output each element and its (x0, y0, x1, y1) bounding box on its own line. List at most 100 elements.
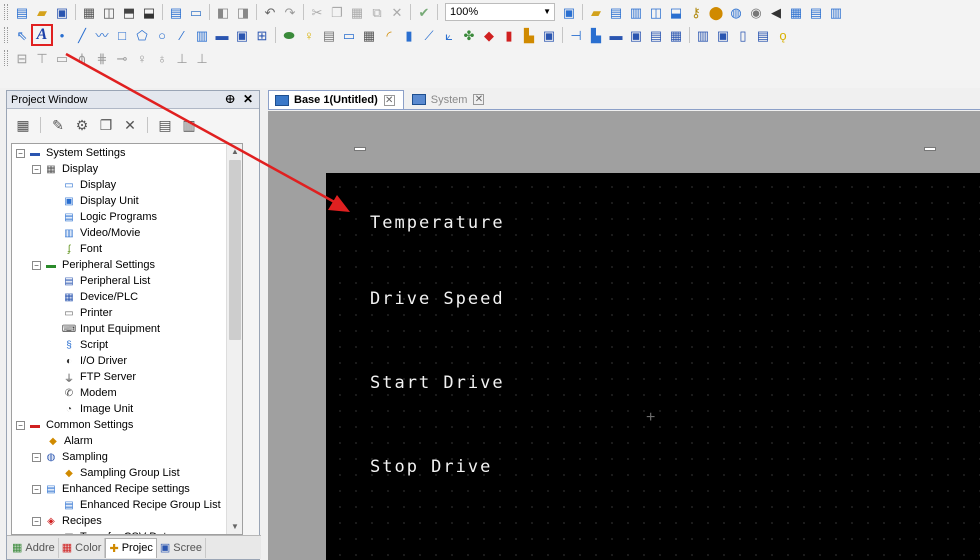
scrollbar-thumb[interactable] (229, 160, 241, 340)
tree-item[interactable]: − ◈ Recipes (32, 513, 102, 529)
address-list-icon[interactable]: ▤ (607, 3, 625, 21)
ladder-instruction-icon[interactable]: ▭ (53, 49, 71, 67)
open-screen-icon[interactable]: ▭ (187, 3, 205, 21)
screen-back-icon[interactable]: ◧ (214, 3, 232, 21)
line-tool-icon[interactable]: ╱ (73, 26, 91, 44)
grid-part-icon[interactable]: ▦ (360, 26, 378, 44)
ladder-contact-icon[interactable]: ⊟ (13, 49, 31, 67)
print-icon[interactable]: ▦ (80, 3, 98, 21)
alarm-toolbar-icon[interactable]: ⬤ (707, 3, 725, 21)
toolbar-grip[interactable] (4, 50, 8, 66)
select-pointer-icon[interactable]: ⇖ (13, 26, 31, 44)
tree-item[interactable]: ◔ Image Unit (61, 401, 133, 417)
ladder-jump-icon[interactable]: ⊥ (173, 49, 191, 67)
line-graph-icon[interactable]: ⟀ (440, 26, 458, 44)
project-copy-icon[interactable]: ❐ (97, 116, 115, 134)
switch-part-icon[interactable]: ⬬ (280, 26, 298, 44)
new-screen-icon[interactable]: ▤ (167, 3, 185, 21)
close-tab-icon[interactable]: ✕ (473, 94, 485, 105)
window-display-icon[interactable]: ▥ (694, 26, 712, 44)
trend-graph-icon[interactable]: ⟋ (420, 26, 438, 44)
project-settings-icon[interactable]: ⚙ (73, 116, 91, 134)
project-new-icon[interactable]: ▦ (14, 116, 32, 134)
tree-item[interactable]: ◆ Alarm (45, 433, 93, 449)
transfer-icon[interactable]: ⬓ (140, 3, 158, 21)
tree-item[interactable]: § Script (61, 337, 108, 353)
scroll-down-icon[interactable]: ▼ (231, 522, 239, 531)
scale-tool-icon[interactable]: ▥ (193, 26, 211, 44)
tree-item[interactable]: ▥ Video/Movie (61, 225, 140, 241)
toolbar-grip[interactable] (4, 4, 8, 20)
cut-icon[interactable]: ✂ (308, 3, 326, 21)
zoom-select[interactable]: 100% ▼ (445, 3, 555, 21)
project-info-icon[interactable]: ⬓ (667, 3, 685, 21)
tag-icon[interactable]: ▥ (627, 3, 645, 21)
key-icon[interactable]: ⚷ (687, 3, 705, 21)
text-temperature[interactable]: Temperature (370, 213, 505, 233)
frame-part-icon[interactable]: ▣ (714, 26, 732, 44)
collapse-icon[interactable]: − (32, 516, 41, 526)
data-display-icon[interactable]: ▤ (320, 26, 338, 44)
tab-project[interactable]: ✚ Projec (105, 537, 157, 558)
tree-item[interactable]: ▤ Enhanced Recipe Group List (61, 497, 220, 513)
picture-part-icon[interactable]: ▦ (667, 26, 685, 44)
arc-tool-icon[interactable]: ⁄ (173, 26, 191, 44)
copy-icon[interactable]: ❐ (328, 3, 346, 21)
slider-part-icon[interactable]: ▬ (607, 26, 625, 44)
ladder-function-icon[interactable]: ♀ (133, 49, 151, 67)
ladder-coil-icon[interactable]: ⊤ (33, 49, 51, 67)
tree-item[interactable]: − ◍ Sampling (32, 449, 108, 465)
redo-icon[interactable]: ↷ (281, 3, 299, 21)
tree-item[interactable]: − ▬ Peripheral Settings (32, 257, 155, 273)
tree-scrollbar[interactable]: ▲ ▼ (226, 144, 242, 534)
tree-item[interactable]: ▤ Peripheral List (61, 273, 150, 289)
screen-list-icon[interactable]: ▣ (560, 3, 578, 21)
sound-icon[interactable]: ◀ (767, 3, 785, 21)
delete-icon[interactable]: ✕ (388, 3, 406, 21)
tree-item[interactable]: ▭ Display (61, 177, 116, 193)
tab-screen[interactable]: ▣ Scree (157, 537, 207, 558)
tree-item[interactable]: ▤ Logic Programs (61, 209, 157, 225)
project-delete-icon[interactable]: ✕ (121, 116, 139, 134)
project-properties-icon[interactable]: ▤ (156, 116, 174, 134)
fill-tool-icon[interactable]: ▬ (213, 26, 231, 44)
ellipse-tool-icon[interactable]: ○ (153, 26, 171, 44)
editor-canvas[interactable]: Temperature Drive Speed Start Drive Stop… (268, 111, 980, 560)
polygon-tool-icon[interactable]: ⬠ (133, 26, 151, 44)
list-part-icon[interactable]: ▤ (754, 26, 772, 44)
ladder-call-icon[interactable]: ♁ (153, 49, 171, 67)
lamp-part-icon[interactable]: ♀ (300, 26, 318, 44)
tree-item[interactable]: − ▬ Common Settings (16, 417, 133, 433)
tree-item[interactable]: ▭ Printer (61, 305, 112, 321)
tree-item[interactable]: − ▬ System Settings (16, 145, 125, 161)
collapse-icon[interactable]: − (32, 484, 41, 494)
script-toolbar-icon[interactable]: ▥ (827, 3, 845, 21)
project-edit-icon[interactable]: ✎ (49, 116, 67, 134)
duplicate-icon[interactable]: ⧉ (368, 3, 386, 21)
ladder-end-icon[interactable]: ⊥ (193, 49, 211, 67)
meter-part-icon[interactable]: ◜ (380, 26, 398, 44)
tree-item[interactable]: ⏚ FTP Server (61, 369, 136, 385)
tab-system[interactable]: System ✕ (406, 90, 493, 109)
collapse-icon[interactable]: − (32, 164, 41, 174)
pin-icon[interactable]: ⴲ (225, 93, 235, 106)
tab-base-1[interactable]: Base 1(Untitled) ✕ (268, 90, 404, 109)
monitor-part-icon[interactable]: ▣ (627, 26, 645, 44)
base-screen[interactable]: Temperature Drive Speed Start Drive Stop… (326, 173, 980, 560)
open-icon[interactable]: ▰ (33, 3, 51, 21)
upload-icon[interactable]: ⬒ (120, 3, 138, 21)
window-part-icon[interactable]: ▭ (340, 26, 358, 44)
text-stop-drive[interactable]: Stop Drive (370, 457, 492, 477)
ladder-rung-icon[interactable]: ⊸ (113, 49, 131, 67)
toolbar-grip[interactable] (4, 27, 8, 43)
sampling-toolbar-icon[interactable]: ◍ (727, 3, 745, 21)
alarm-part-icon[interactable]: ✤ (460, 26, 478, 44)
language-icon[interactable]: ▦ (787, 3, 805, 21)
tree-item[interactable]: ʄ Font (61, 241, 102, 257)
tree-item[interactable]: ✆ Modem (61, 385, 117, 401)
table-tool-icon[interactable]: ⊞ (253, 26, 271, 44)
print-preview-icon[interactable]: ◫ (100, 3, 118, 21)
close-icon[interactable]: ✕ (243, 92, 253, 106)
tab-color[interactable]: ▦ Color (59, 537, 106, 558)
display-part-icon[interactable]: ▤ (647, 26, 665, 44)
